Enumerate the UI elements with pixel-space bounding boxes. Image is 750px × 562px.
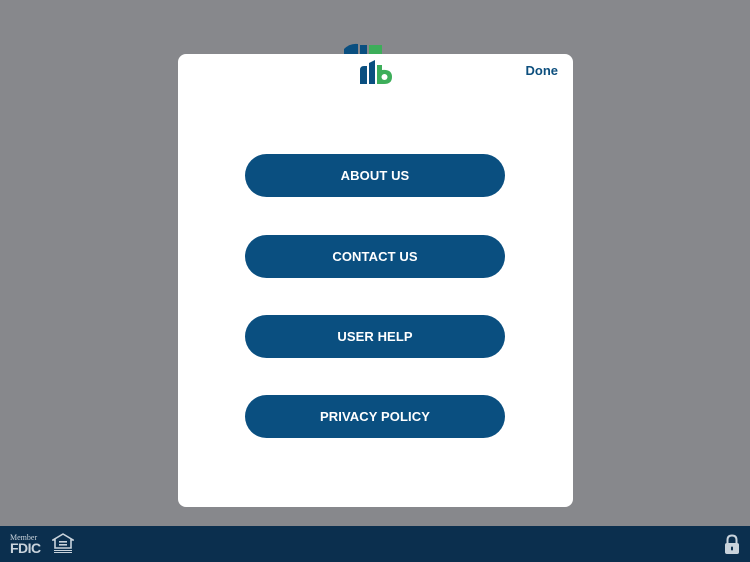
- done-button[interactable]: Done: [526, 63, 559, 78]
- bank-logo-icon: [358, 60, 394, 84]
- footer-bar: Member FDIC: [0, 526, 750, 562]
- fdic-label: FDIC: [10, 540, 41, 556]
- lock-icon[interactable]: [724, 534, 740, 555]
- fdic-badge: Member FDIC: [10, 533, 46, 557]
- privacy-policy-button[interactable]: PRIVACY POLICY: [245, 395, 505, 438]
- user-help-button[interactable]: USER HELP: [245, 315, 505, 358]
- about-us-button[interactable]: ABOUT US: [245, 154, 505, 197]
- equal-housing-lender-icon: [50, 533, 76, 555]
- contact-us-button[interactable]: CONTACT US: [245, 235, 505, 278]
- menu-modal: Done ABOUT US CONTACT US USER HELP PRIVA…: [178, 54, 573, 507]
